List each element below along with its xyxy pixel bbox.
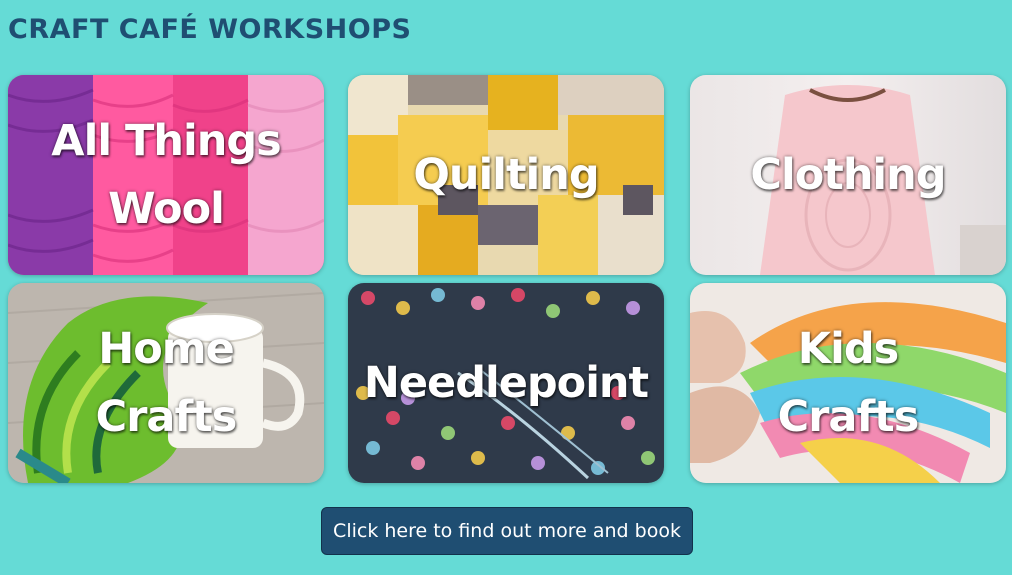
workshop-label-line: Kids xyxy=(797,324,899,374)
workshop-tile-kids-crafts[interactable]: Kids Crafts xyxy=(690,283,1006,483)
workshop-label-line: Needlepoint xyxy=(363,358,649,408)
workshop-label: Needlepoint xyxy=(348,283,664,483)
workshop-tile-clothing[interactable]: Clothing xyxy=(690,75,1006,275)
workshop-label-line: All Things xyxy=(51,116,281,166)
workshop-label-line: Crafts xyxy=(777,392,920,442)
workshop-label-line: Wool xyxy=(108,184,225,234)
page-title: CRAFT CAFÉ WORKSHOPS xyxy=(8,14,412,45)
workshop-label: Clothing xyxy=(690,75,1006,275)
workshop-label: All Things Wool xyxy=(8,75,324,275)
workshop-label-line: Clothing xyxy=(750,150,946,200)
workshop-label: Home Crafts xyxy=(8,283,324,483)
workshops-page: CRAFT CAFÉ WORKSHOPS All Things Wool Qui… xyxy=(0,0,1012,575)
workshop-tile-wool[interactable]: All Things Wool xyxy=(8,75,324,275)
workshop-label-line: Home xyxy=(98,324,234,374)
workshop-label: Quilting xyxy=(348,75,664,275)
workshop-tile-home-crafts[interactable]: Home Crafts xyxy=(8,283,324,483)
workshop-tile-quilting[interactable]: Quilting xyxy=(348,75,664,275)
workshop-tile-needlepoint[interactable]: Needlepoint xyxy=(348,283,664,483)
workshop-label-line: Crafts xyxy=(95,392,238,442)
book-workshop-button[interactable]: Click here to find out more and book xyxy=(321,507,693,555)
workshop-label: Kids Crafts xyxy=(690,283,1006,483)
workshop-label-line: Quilting xyxy=(413,150,599,200)
